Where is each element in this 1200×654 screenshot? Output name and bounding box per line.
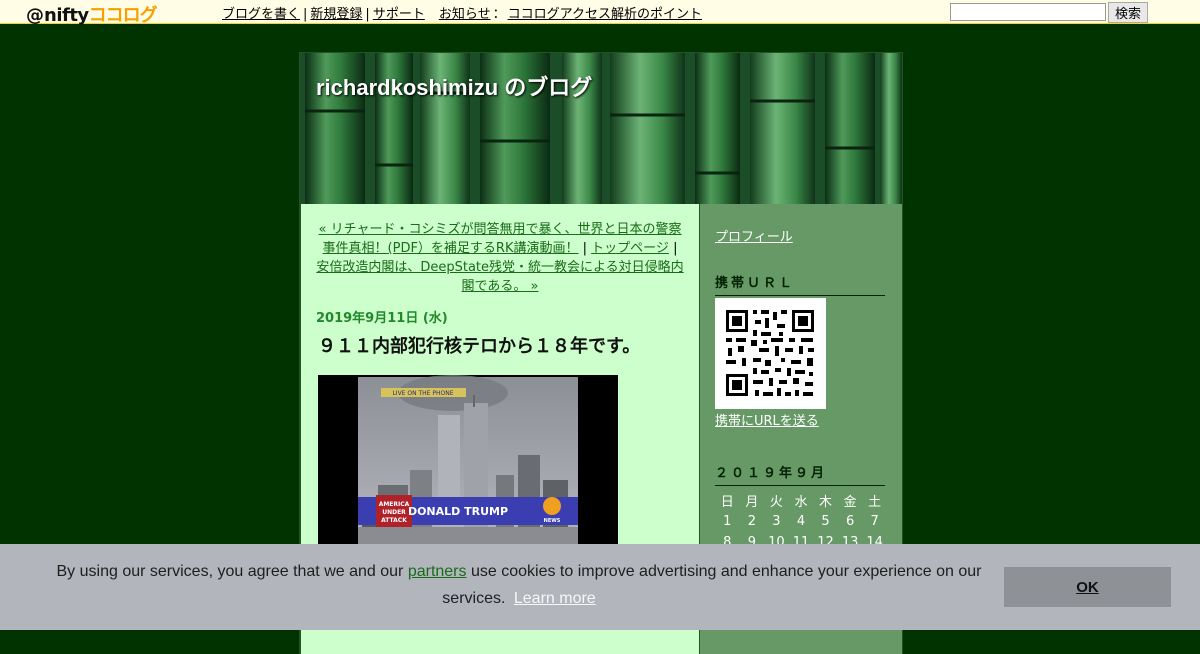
cookie-ok-button[interactable]: OK bbox=[1004, 567, 1171, 607]
mobile-url-heading: 携帯ＵＲＬ bbox=[715, 272, 885, 296]
calendar-week-row: 1 2 3 4 5 6 7 bbox=[715, 511, 887, 532]
weekday-tue: 火 bbox=[769, 495, 783, 510]
calendar-day: 5 bbox=[821, 514, 830, 529]
svg-text:ATTACK: ATTACK bbox=[381, 517, 407, 524]
calendar-heading: ２０１９年９月 bbox=[715, 462, 885, 486]
search-button[interactable]: 検索 bbox=[1108, 2, 1148, 23]
access-analysis-link[interactable]: ココログアクセス解析のポイント bbox=[508, 7, 702, 22]
weekday-sat: 土 bbox=[868, 495, 882, 510]
logo-cocolog: ココログ bbox=[88, 5, 158, 26]
post-title: ９１１内部犯行核テロから１８年です。 bbox=[318, 336, 641, 357]
weekday-fri: 金 bbox=[843, 495, 857, 510]
weekday-thu: 木 bbox=[819, 495, 833, 510]
calendar-day: 3 bbox=[772, 514, 781, 529]
send-url-to-mobile-link[interactable]: 携帯にURLを送る bbox=[715, 410, 819, 429]
calendar-day: 4 bbox=[796, 514, 806, 529]
image-name-caption: DONALD TRUMP bbox=[408, 505, 508, 518]
signup-link[interactable]: 新規登録 bbox=[310, 7, 362, 22]
top-bar: @niftyココログ ブログを書く | 新規登録 | サポート お知らせ：ココログアクセス… bbox=[0, 0, 1200, 26]
nifty-cocolog-logo[interactable]: @niftyココログ bbox=[26, 1, 158, 26]
search-input[interactable] bbox=[950, 3, 1106, 21]
top-nav: ブログを書く | 新規登録 | サポート お知らせ：ココログアクセス解析のポイント bbox=[222, 3, 702, 22]
nav-separator: | bbox=[365, 7, 370, 22]
cookie-consent-bar: By using our services, you agree that we… bbox=[0, 544, 1200, 630]
calendar-day: 2 bbox=[747, 514, 756, 529]
qr-code-icon bbox=[715, 298, 826, 409]
post-date: 2019年9月11日 (水) bbox=[316, 311, 448, 326]
profile-link[interactable]: プロフィール bbox=[715, 226, 793, 245]
weekday-sun: 日 bbox=[720, 495, 734, 510]
post-navigation: « リチャード・コシミズが問答無用で暴く、世界と日本の警察事件真相！(PDF）を… bbox=[315, 220, 685, 296]
blog-title[interactable]: richardkoshimizu のブログ bbox=[316, 70, 592, 102]
svg-text:UNDER: UNDER bbox=[382, 509, 406, 516]
nav-separator: | bbox=[673, 241, 678, 256]
cookie-text-before: By using our services, you agree that we… bbox=[56, 563, 404, 580]
cookie-message: By using our services, you agree that we… bbox=[40, 558, 998, 612]
calendar-day: 6 bbox=[845, 514, 855, 529]
top-page-link[interactable]: トップページ bbox=[591, 241, 669, 256]
image-news-logo: NEWS bbox=[544, 518, 561, 524]
logo-nifty: nifty bbox=[44, 5, 89, 26]
calendar-weekday-row: 日 月 火 水 木 金 土 bbox=[715, 490, 887, 511]
support-link[interactable]: サポート bbox=[373, 7, 425, 22]
notice-link[interactable]: お知らせ bbox=[439, 7, 491, 22]
logo-at: @ bbox=[26, 5, 44, 26]
partners-link[interactable]: partners bbox=[408, 563, 467, 580]
weekday-mon: 月 bbox=[745, 495, 759, 510]
bamboo-banner: richardkoshimizu のブログ bbox=[300, 53, 902, 204]
write-blog-link[interactable]: ブログを書く bbox=[222, 7, 300, 22]
qr-code bbox=[715, 298, 826, 409]
nav-separator: | bbox=[303, 7, 308, 22]
image-caption-top: LIVE ON THE PHONE bbox=[392, 390, 453, 397]
notice-colon: ： bbox=[492, 7, 506, 22]
learn-more-link[interactable]: Learn more bbox=[514, 590, 596, 607]
calendar-day: 1 bbox=[723, 514, 732, 529]
next-post-link[interactable]: 安倍改造内閣は、DeepState残党・統一教会による対日侵略内閣である。 » bbox=[316, 260, 683, 294]
nav-separator: | bbox=[582, 241, 588, 256]
image-badge: AMERICA bbox=[379, 501, 410, 508]
weekday-wed: 水 bbox=[794, 495, 808, 510]
calendar-day: 7 bbox=[870, 514, 879, 529]
